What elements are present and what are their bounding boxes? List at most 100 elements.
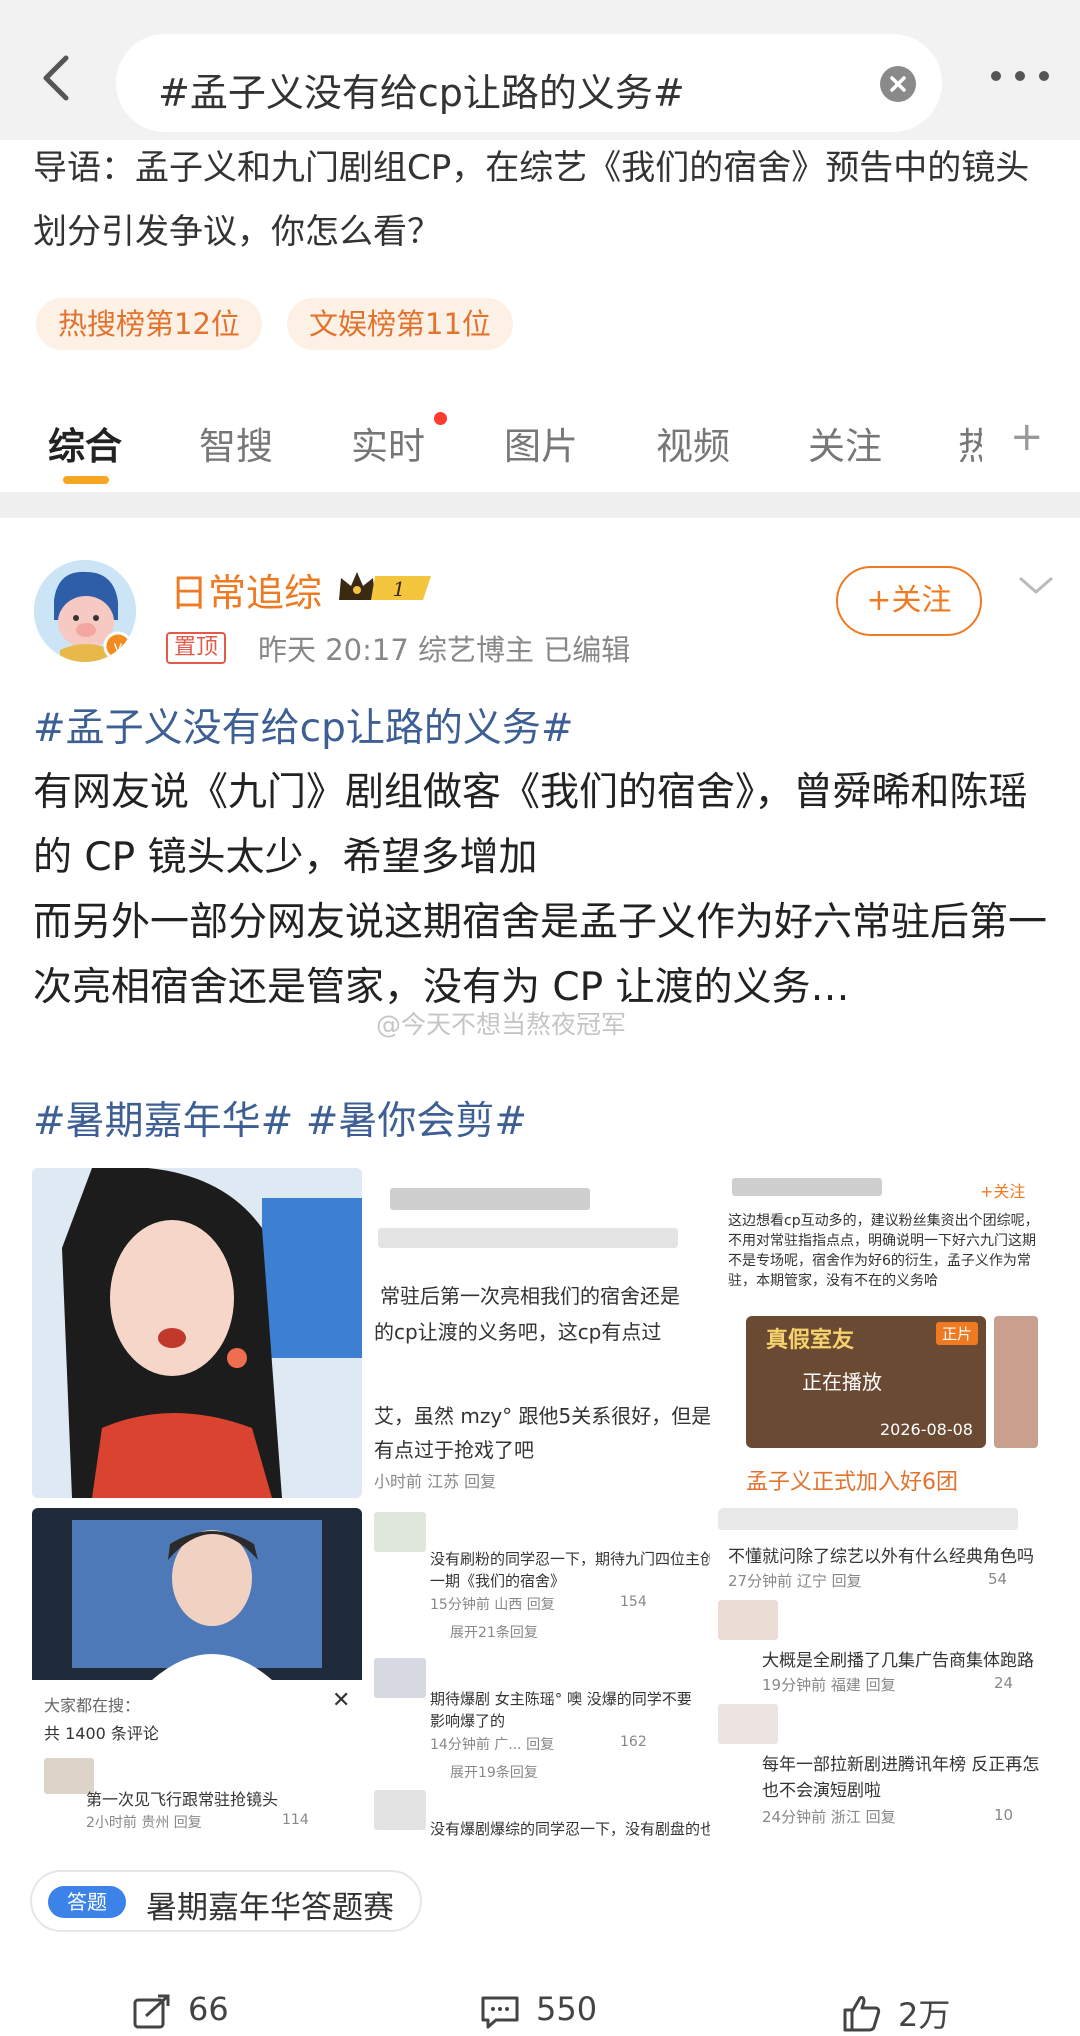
svg-text:v: v (114, 638, 123, 656)
comment-button[interactable]: 550 (480, 1990, 620, 2035)
trending-search-label: 大家都在搜： (44, 1696, 141, 1715)
comment-icon (481, 1996, 519, 2029)
pinned-badge: 置顶 (166, 632, 227, 664)
more-options-button[interactable] (988, 66, 1052, 86)
video-badge: 正片 (935, 1322, 978, 1345)
comment-line: 第一次见飞行跟常驻抢镜头 (86, 1790, 279, 1809)
blurred-username (390, 1188, 590, 1210)
comment-line: 不是专场呢，宿舍作为好6的衍生，孟子义作为常 (728, 1253, 1031, 1269)
blurred-line (378, 1228, 678, 1248)
follow-button[interactable]: +关注 (836, 566, 982, 636)
add-tab-icon[interactable]: + (1010, 414, 1044, 460)
comment-meta: 14分钟前 广... 回复 (430, 1737, 555, 1753)
like-count: 24 (994, 1674, 1014, 1692)
watermark: @今天不想当熬夜冠军 (376, 1010, 627, 1039)
tab-images[interactable]: 图片 (504, 416, 578, 470)
entertainment-rank-tag[interactable]: 文娱榜第11位 (287, 298, 513, 350)
video-date: 2026-08-08 (880, 1420, 973, 1439)
active-tab-indicator (63, 476, 109, 484)
author-name[interactable]: 日常追综 (170, 562, 322, 617)
blurred-line (718, 1508, 1018, 1530)
image-2-comments[interactable]: 常驻后第一次亮相我们的宿舍还是 的cp让渡的义务吧，这cp有点过 艾，虽然 mz… (370, 1168, 710, 1498)
comment-line: 的cp让渡的义务吧，这cp有点过 (374, 1320, 662, 1344)
comment-meta: 24分钟前 浙江 回复 (762, 1808, 896, 1826)
repost-count: 66 (188, 1990, 229, 2028)
hot-search-rank-tag[interactable]: 热搜榜第12位 (36, 298, 262, 350)
post-menu-button[interactable] (1016, 570, 1056, 600)
like-count: 154 (620, 1594, 647, 1610)
comment-line: 有点过于抢戏了吧 (374, 1438, 534, 1462)
tab-hot[interactable]: 热 (958, 416, 982, 470)
comment-count: 共 1400 条评论 (44, 1724, 159, 1743)
actress-photo (32, 1168, 362, 1498)
quiz-event-tag[interactable]: 答题 暑期嘉年华答题赛 (30, 1870, 422, 1932)
actor-photo (32, 1508, 362, 1680)
avatar[interactable]: v (34, 560, 136, 662)
comment-meta: 15分钟前 山西 回复 (430, 1597, 555, 1613)
close-icon[interactable]: ✕ (332, 1688, 350, 1713)
search-header: #孟子义没有给cp让路的义务# (0, 0, 1080, 140)
tab-realtime[interactable]: 实时 (351, 416, 425, 470)
image-4-screenshot[interactable]: 大家都在搜： ✕ 共 1400 条评论 第一次见飞行跟常驻抢镜头 2小时前 贵州… (32, 1508, 362, 1844)
repost-icon (133, 1994, 170, 2029)
tab-comprehensive[interactable]: 综合 (48, 416, 122, 470)
topic-intro: 导语：孟子义和九门剧组CP，在综艺《我们的宿舍》预告中的镜头划分引发争议，你怎么… (33, 148, 1030, 252)
blurred-username (732, 1178, 882, 1196)
quiz-icon: 答题 (48, 1886, 126, 1918)
comment-line: 驻，本期管家，没有不在的义务哈 (728, 1273, 938, 1289)
result-tabs: 综合 智搜 实时 图片 视频 关注 热 + (0, 400, 1080, 492)
comment-line: 这边想看cp互动多的，建议粉丝集资出个团综呢， (728, 1213, 1039, 1229)
repost-button[interactable]: 66 (132, 1990, 272, 2035)
like-count: 162 (620, 1734, 647, 1750)
expand-replies: 展开19条回复 (450, 1765, 538, 1781)
video-thumbnail-next (994, 1316, 1038, 1448)
like-count: 114 (282, 1812, 309, 1828)
comment-line: 没有刷粉的同学忍一下，期待九门四位主创的 (430, 1550, 710, 1568)
quiz-event-label: 暑期嘉年华答题赛 (146, 1890, 394, 1926)
avatar-image: v (34, 560, 136, 662)
tab-smart-search[interactable]: 智搜 (199, 416, 273, 470)
image-6-comments[interactable]: 不懂就问除了综艺以外有什么经典角色吗 27分钟前 辽宁 回复 54 大概是全刷播… (718, 1508, 1048, 1844)
comment-line: 每年一部拉新剧进腾讯年榜 反正再怎 (762, 1755, 1040, 1775)
video-thumbnail[interactable]: 真假室友 正片 正在播放 2026-08-08 (746, 1316, 986, 1448)
image-1-actress[interactable] (32, 1168, 362, 1498)
like-button[interactable]: 2万 (842, 1990, 982, 2035)
comment-meta: 27分钟前 辽宁 回复 (728, 1572, 862, 1590)
playing-status: 正在播放 (802, 1370, 882, 1394)
section-divider (0, 492, 1080, 518)
tab-following[interactable]: 关注 (808, 416, 882, 470)
mini-follow-button: +关注 (980, 1182, 1026, 1201)
comment-line: 不懂就问除了综艺以外有什么经典角色吗 (728, 1547, 1034, 1567)
new-indicator-dot (434, 412, 447, 425)
expand-replies: 展开21条回复 (450, 1625, 538, 1641)
video-caption: 孟子义正式加入好6团 (746, 1470, 958, 1495)
vip-crown-icon: 1 (335, 566, 437, 608)
more-dots-icon (991, 71, 1049, 81)
comment-meta: 小时前 江苏 回复 (374, 1472, 497, 1491)
comment-count: 550 (536, 1990, 598, 2028)
blurred-avatar (718, 1704, 778, 1744)
show-title: 真假室友 (766, 1328, 855, 1353)
like-count: 2万 (898, 1996, 951, 2034)
tab-videos[interactable]: 视频 (656, 416, 730, 470)
post-hashtag-title[interactable]: #孟子义没有给cp让路的义务# (33, 697, 574, 753)
comment-line: 常驻后第一次亮相我们的宿舍还是 (380, 1284, 680, 1308)
comment-meta: 19分钟前 福建 回复 (762, 1676, 896, 1694)
post-hashtags[interactable]: #暑期嘉年华# #暑你会剪# (33, 1090, 527, 1146)
post-body-text: 有网友说《九门》剧组做客《我们的宿舍》，曾舜晞和陈瑶的 CP 镜头太少，希望多增… (33, 770, 1048, 1010)
comment-meta: 2小时前 贵州 回复 (86, 1815, 202, 1831)
thumbs-up-icon (843, 1996, 881, 2032)
comment-line: 大概是全刷播了几集广告商集体跑路 (762, 1651, 1034, 1671)
comment-line: 影响爆了的 (430, 1712, 506, 1730)
blurred-avatar (374, 1658, 426, 1698)
search-input[interactable]: #孟子义没有给cp让路的义务# (116, 34, 942, 132)
blurred-avatar (374, 1512, 426, 1552)
image-5-comments[interactable]: 没有刷粉的同学忍一下，期待九门四位主创的 一期《我们的宿舍》 15分钟前 山西 … (370, 1508, 710, 1844)
back-button[interactable] (30, 50, 86, 106)
search-query: #孟子义没有给cp让路的义务# (158, 71, 685, 115)
close-icon (890, 76, 906, 92)
like-count: 10 (994, 1806, 1014, 1824)
clear-search-button[interactable] (880, 66, 916, 102)
vip-level: 1 (393, 577, 406, 601)
image-3-video[interactable]: +关注 这边想看cp互动多的，建议粉丝集资出个团综呢， 不用对常驻指指点点，明确… (718, 1168, 1048, 1498)
